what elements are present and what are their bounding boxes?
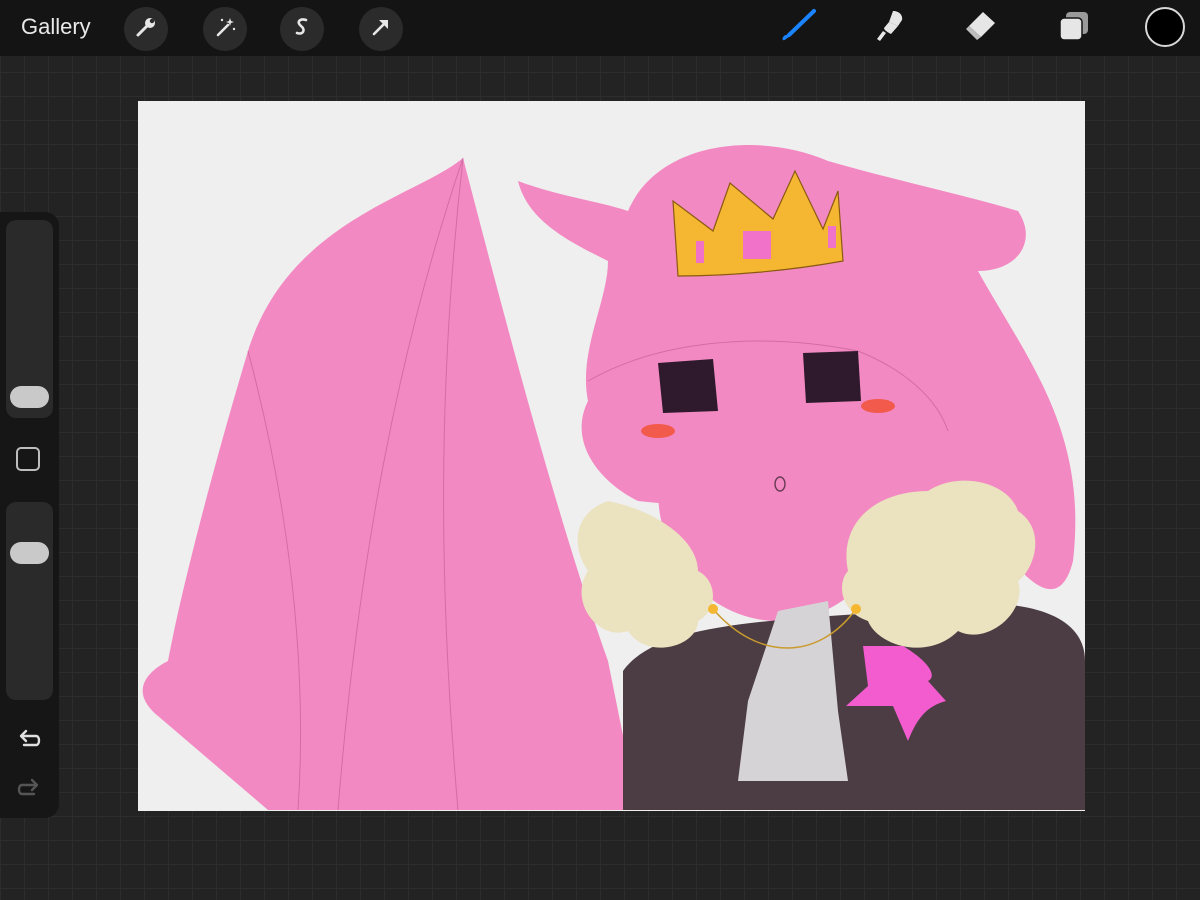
eraser-icon [961,6,1001,51]
top-toolbar: Gallery [0,0,1200,56]
left-blush [641,424,675,438]
adjustments-button[interactable] [203,7,247,51]
wing [142,158,638,810]
layers-icon [1054,6,1094,51]
wrench-icon [134,15,158,44]
transform-button[interactable] [359,7,403,51]
right-eye [803,351,861,403]
brush-size-slider[interactable] [6,220,53,418]
color-picker-button[interactable] [1145,7,1185,47]
brush-size-slider-thumb[interactable] [10,386,49,408]
modify-button[interactable] [16,447,40,471]
crown-gem [743,231,771,259]
gallery-button[interactable]: Gallery [21,14,91,40]
artwork-illustration [142,145,1085,811]
selection-button[interactable] [280,7,324,51]
transform-arrow-icon [369,15,393,44]
eraser-tool-button[interactable] [961,8,1001,48]
undo-icon [15,724,43,757]
right-blush [861,399,895,413]
opacity-slider-thumb[interactable] [10,542,49,564]
opacity-slider[interactable] [6,502,53,700]
selection-icon [290,15,314,44]
redo-button[interactable] [14,774,44,804]
actions-button[interactable] [124,7,168,51]
left-sidebar [0,212,59,818]
undo-button[interactable] [14,725,44,755]
redo-icon [15,773,43,806]
smudge-tool-button[interactable] [869,8,909,48]
brush-icon [778,6,818,51]
left-eye [658,359,718,413]
layers-button[interactable] [1054,8,1094,48]
magic-wand-icon [213,15,237,44]
brush-tool-button[interactable] [778,8,818,48]
smudge-icon [869,6,909,51]
drawing-canvas[interactable] [138,101,1085,811]
